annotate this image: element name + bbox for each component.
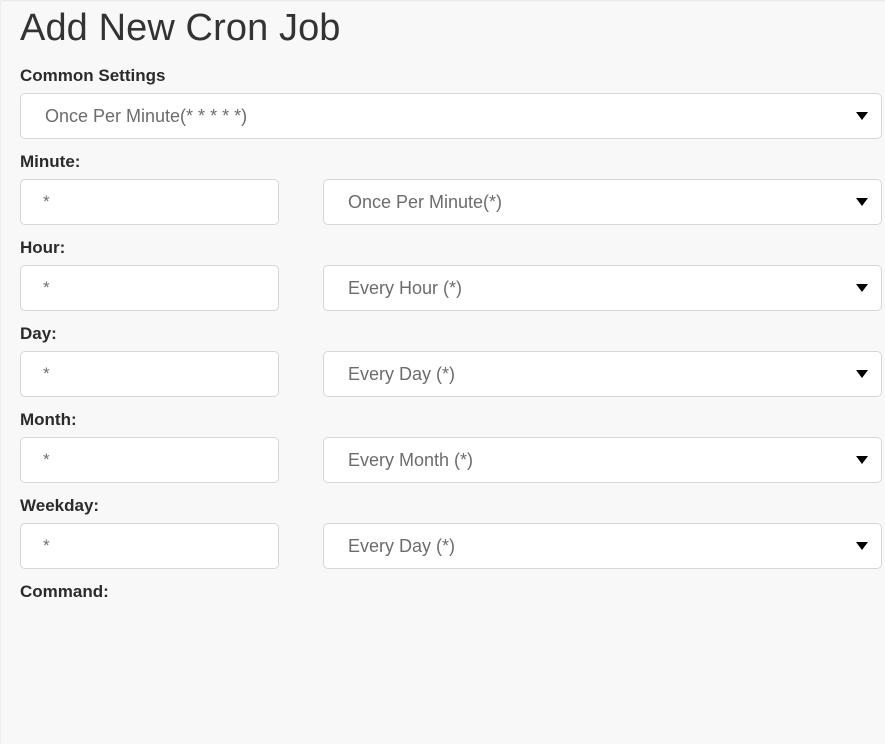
common-settings-label: Common Settings — [20, 66, 166, 85]
weekday-input[interactable] — [20, 523, 279, 569]
month-select[interactable]: Every Month (*) — [323, 437, 882, 483]
weekday-row: Every Day (*) — [0, 523, 885, 569]
weekday-select-wrap[interactable]: Every Day (*) — [323, 523, 882, 569]
minute-select[interactable]: Once Per Minute(*) — [323, 179, 882, 225]
weekday-select-value: Every Day (*) — [348, 535, 456, 556]
field-group-minute: Minute: Once Per Minute(*) — [0, 152, 885, 225]
day-input[interactable] — [20, 351, 279, 397]
hour-select[interactable]: Every Hour (*) — [323, 265, 882, 311]
hour-row: Every Hour (*) — [0, 265, 885, 311]
month-input[interactable] — [20, 437, 279, 483]
command-label: Command: — [20, 582, 109, 601]
minute-label: Minute: — [20, 152, 81, 171]
month-label: Month: — [20, 410, 77, 429]
day-select-value: Every Day (*) — [348, 363, 456, 384]
hour-label: Hour: — [20, 238, 66, 257]
weekday-select[interactable]: Every Day (*) — [323, 523, 882, 569]
month-select-value: Every Month (*) — [348, 449, 474, 470]
day-label: Day: — [20, 324, 57, 343]
minute-select-value: Once Per Minute(*) — [348, 191, 503, 212]
hour-input[interactable] — [20, 265, 279, 311]
field-group-hour: Hour: Every Hour (*) — [0, 238, 885, 311]
field-group-month: Month: Every Month (*) — [0, 410, 885, 483]
field-group-weekday: Weekday: Every Day (*) — [0, 496, 885, 569]
common-settings-select-value: Once Per Minute(* * * * *) — [45, 105, 248, 126]
field-group-day: Day: Every Day (*) — [0, 324, 885, 397]
common-settings-select-wrap[interactable]: Once Per Minute(* * * * *) — [20, 93, 882, 139]
day-select-wrap[interactable]: Every Day (*) — [323, 351, 882, 397]
common-settings-group: Common Settings Once Per Minute(* * * * … — [0, 66, 885, 139]
day-row: Every Day (*) — [0, 351, 885, 397]
cron-job-form: Add New Cron Job Common Settings Once Pe… — [0, 0, 885, 609]
hour-select-value: Every Hour (*) — [348, 277, 463, 298]
page-title: Add New Cron Job — [20, 7, 341, 49]
minute-select-wrap[interactable]: Once Per Minute(*) — [323, 179, 882, 225]
hour-select-wrap[interactable]: Every Hour (*) — [323, 265, 882, 311]
day-select[interactable]: Every Day (*) — [323, 351, 882, 397]
month-row: Every Month (*) — [0, 437, 885, 483]
minute-row: Once Per Minute(*) — [0, 179, 885, 225]
month-select-wrap[interactable]: Every Month (*) — [323, 437, 882, 483]
common-settings-row: Once Per Minute(* * * * *) — [0, 93, 885, 139]
minute-input[interactable] — [20, 179, 279, 225]
weekday-label: Weekday: — [20, 496, 100, 515]
common-settings-select[interactable]: Once Per Minute(* * * * *) — [20, 93, 882, 139]
